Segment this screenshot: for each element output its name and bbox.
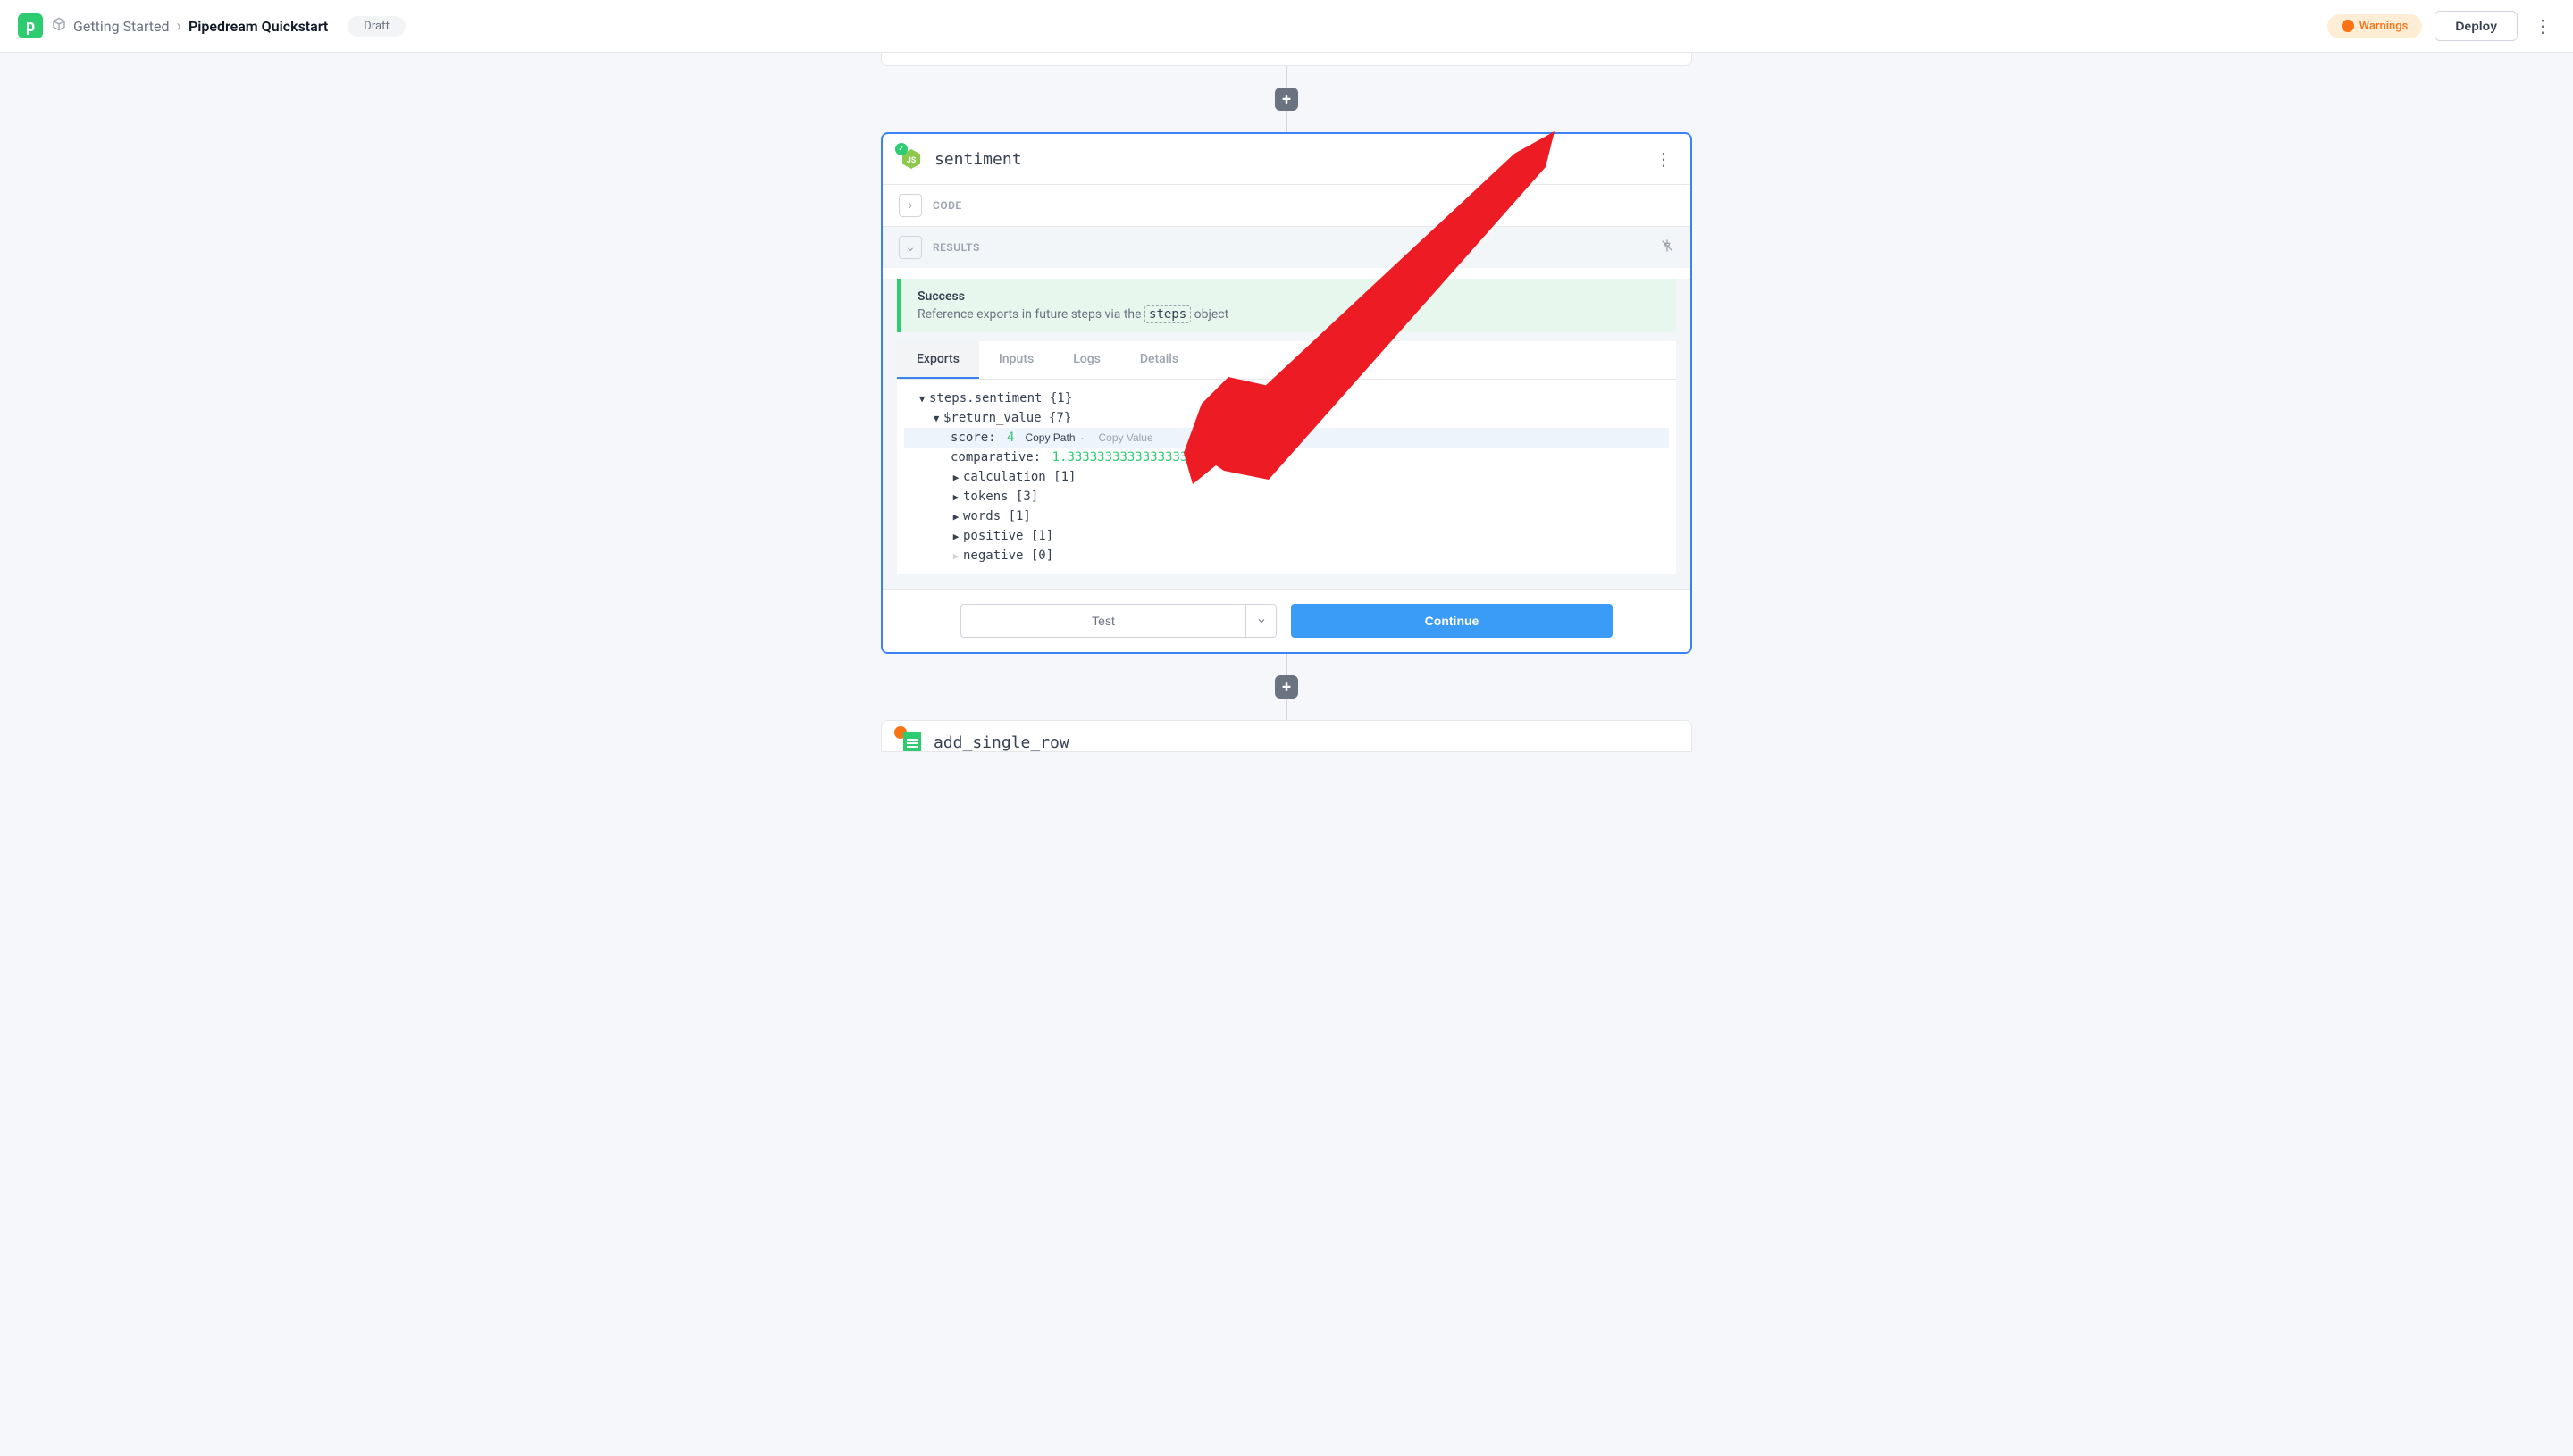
- exports-tree: steps.sentiment {1} $return_value {7} sc…: [897, 380, 1676, 574]
- test-dropdown-button[interactable]: [1246, 604, 1277, 638]
- pipedream-logo[interactable]: p: [18, 13, 43, 38]
- tab-logs[interactable]: Logs: [1053, 341, 1120, 379]
- chevron-down-icon[interactable]: ⌄: [899, 236, 922, 259]
- google-sheets-icon: [900, 732, 921, 752]
- tree-key: words [1]: [963, 509, 1031, 523]
- header-left: p Getting Started › Pipedream Quickstart…: [18, 13, 406, 38]
- expand-icon[interactable]: [951, 511, 961, 523]
- dot-separator: ·: [1081, 431, 1085, 444]
- step-more-icon[interactable]: ⋮: [1655, 148, 1672, 170]
- success-title: Success: [918, 289, 1660, 304]
- tree-key: steps.sentiment {1}: [929, 391, 1072, 406]
- tree-key: positive [1]: [963, 529, 1053, 543]
- continue-button[interactable]: Continue: [1291, 604, 1613, 638]
- warnings-badge[interactable]: Warnings: [2327, 14, 2423, 38]
- expand-icon[interactable]: [951, 472, 961, 483]
- header-more-icon[interactable]: ⋮: [2530, 15, 2555, 37]
- step-title[interactable]: sentiment: [934, 150, 1022, 169]
- tab-exports[interactable]: Exports: [897, 341, 979, 379]
- pin-icon[interactable]: [1660, 238, 1674, 256]
- expand-icon[interactable]: [951, 531, 961, 542]
- steps-code-chip: steps: [1144, 305, 1191, 323]
- app-header: p Getting Started › Pipedream Quickstart…: [0, 0, 2573, 53]
- test-button-group: Test: [960, 604, 1277, 638]
- success-check-icon: ✓: [895, 143, 908, 155]
- step-footer-actions: Test Continue: [883, 589, 1690, 652]
- code-label: CODE: [933, 199, 962, 212]
- success-description: Reference exports in future steps via th…: [918, 307, 1660, 322]
- step-header: ✓ JS sentiment ⋮: [883, 134, 1690, 185]
- breadcrumb: Getting Started › Pipedream Quickstart: [52, 17, 328, 36]
- expand-icon[interactable]: [951, 550, 961, 562]
- tab-details[interactable]: Details: [1120, 341, 1198, 379]
- chevron-right-icon[interactable]: ›: [899, 194, 922, 217]
- step-card-add-single-row[interactable]: add_single_row: [881, 720, 1692, 752]
- success-desc-after: object: [1191, 307, 1228, 322]
- previous-step-card[interactable]: [881, 53, 1692, 66]
- draft-badge: Draft: [348, 16, 406, 37]
- tree-return-value[interactable]: $return_value {7}: [904, 408, 1669, 428]
- connector-line: [1286, 654, 1287, 677]
- code-section-toggle[interactable]: › CODE: [883, 185, 1690, 227]
- header-right: Warnings Deploy ⋮: [2327, 11, 2555, 41]
- step-card-sentiment: ✓ JS sentiment ⋮ › CODE ⌄ RESULTS Succes…: [881, 132, 1692, 654]
- expand-icon[interactable]: [951, 491, 961, 503]
- tree-words-row[interactable]: words [1]: [904, 506, 1669, 526]
- results-label: RESULTS: [933, 241, 980, 254]
- add-step-button[interactable]: +: [1275, 88, 1298, 111]
- tree-key: $return_value {7}: [943, 411, 1071, 425]
- warnings-label: Warnings: [2359, 20, 2409, 33]
- tab-inputs[interactable]: Inputs: [979, 341, 1053, 379]
- results-body: Success Reference exports in future step…: [883, 279, 1690, 589]
- step-title: add_single_row: [934, 733, 1069, 752]
- copy-path-link[interactable]: Copy Path: [1025, 431, 1075, 444]
- add-step-button[interactable]: +: [1275, 675, 1298, 699]
- results-tabs: Exports Inputs Logs Details: [897, 341, 1676, 380]
- expand-icon[interactable]: [917, 393, 927, 405]
- expand-icon[interactable]: [931, 413, 942, 424]
- tree-tokens-row[interactable]: tokens [3]: [904, 487, 1669, 506]
- tree-key: score:: [951, 431, 996, 445]
- svg-text:JS: JS: [907, 156, 917, 165]
- workflow-canvas: + ✓ JS sentiment ⋮ › CODE ⌄ RESULTS: [0, 53, 2573, 788]
- test-button[interactable]: Test: [960, 604, 1246, 638]
- tree-key: tokens [3]: [963, 490, 1038, 504]
- connector-line: [1286, 109, 1287, 132]
- tree-score-row[interactable]: score: 4 Copy Path · Copy Value: [904, 428, 1669, 448]
- connector-line: [1286, 66, 1287, 89]
- deploy-button[interactable]: Deploy: [2435, 11, 2518, 41]
- tree-calculation-row[interactable]: calculation [1]: [904, 467, 1669, 487]
- tree-value: 4: [1007, 431, 1014, 445]
- breadcrumb-parent[interactable]: Getting Started: [73, 18, 170, 35]
- success-banner: Success Reference exports in future step…: [897, 279, 1676, 332]
- project-icon: [52, 17, 66, 35]
- tree-comparative-row[interactable]: comparative: 1.3333333333333333: [904, 448, 1669, 467]
- tree-key: comparative:: [951, 450, 1041, 464]
- success-desc-pre: Reference exports in future steps via th…: [918, 307, 1144, 322]
- connector-line: [1286, 697, 1287, 720]
- nodejs-icon: ✓ JS: [901, 148, 922, 170]
- results-section-toggle[interactable]: ⌄ RESULTS: [883, 227, 1690, 268]
- tree-key: calculation [1]: [963, 470, 1076, 484]
- tree-value: 1.3333333333333333: [1052, 450, 1188, 464]
- breadcrumb-current: Pipedream Quickstart: [189, 18, 328, 35]
- tree-negative-row[interactable]: negative [0]: [904, 546, 1669, 565]
- tree-key: negative [0]: [963, 548, 1053, 563]
- tree-root[interactable]: steps.sentiment {1}: [904, 389, 1669, 408]
- copy-value-link[interactable]: Copy Value: [1099, 431, 1153, 444]
- tree-positive-row[interactable]: positive [1]: [904, 526, 1669, 546]
- breadcrumb-separator: ›: [177, 17, 181, 36]
